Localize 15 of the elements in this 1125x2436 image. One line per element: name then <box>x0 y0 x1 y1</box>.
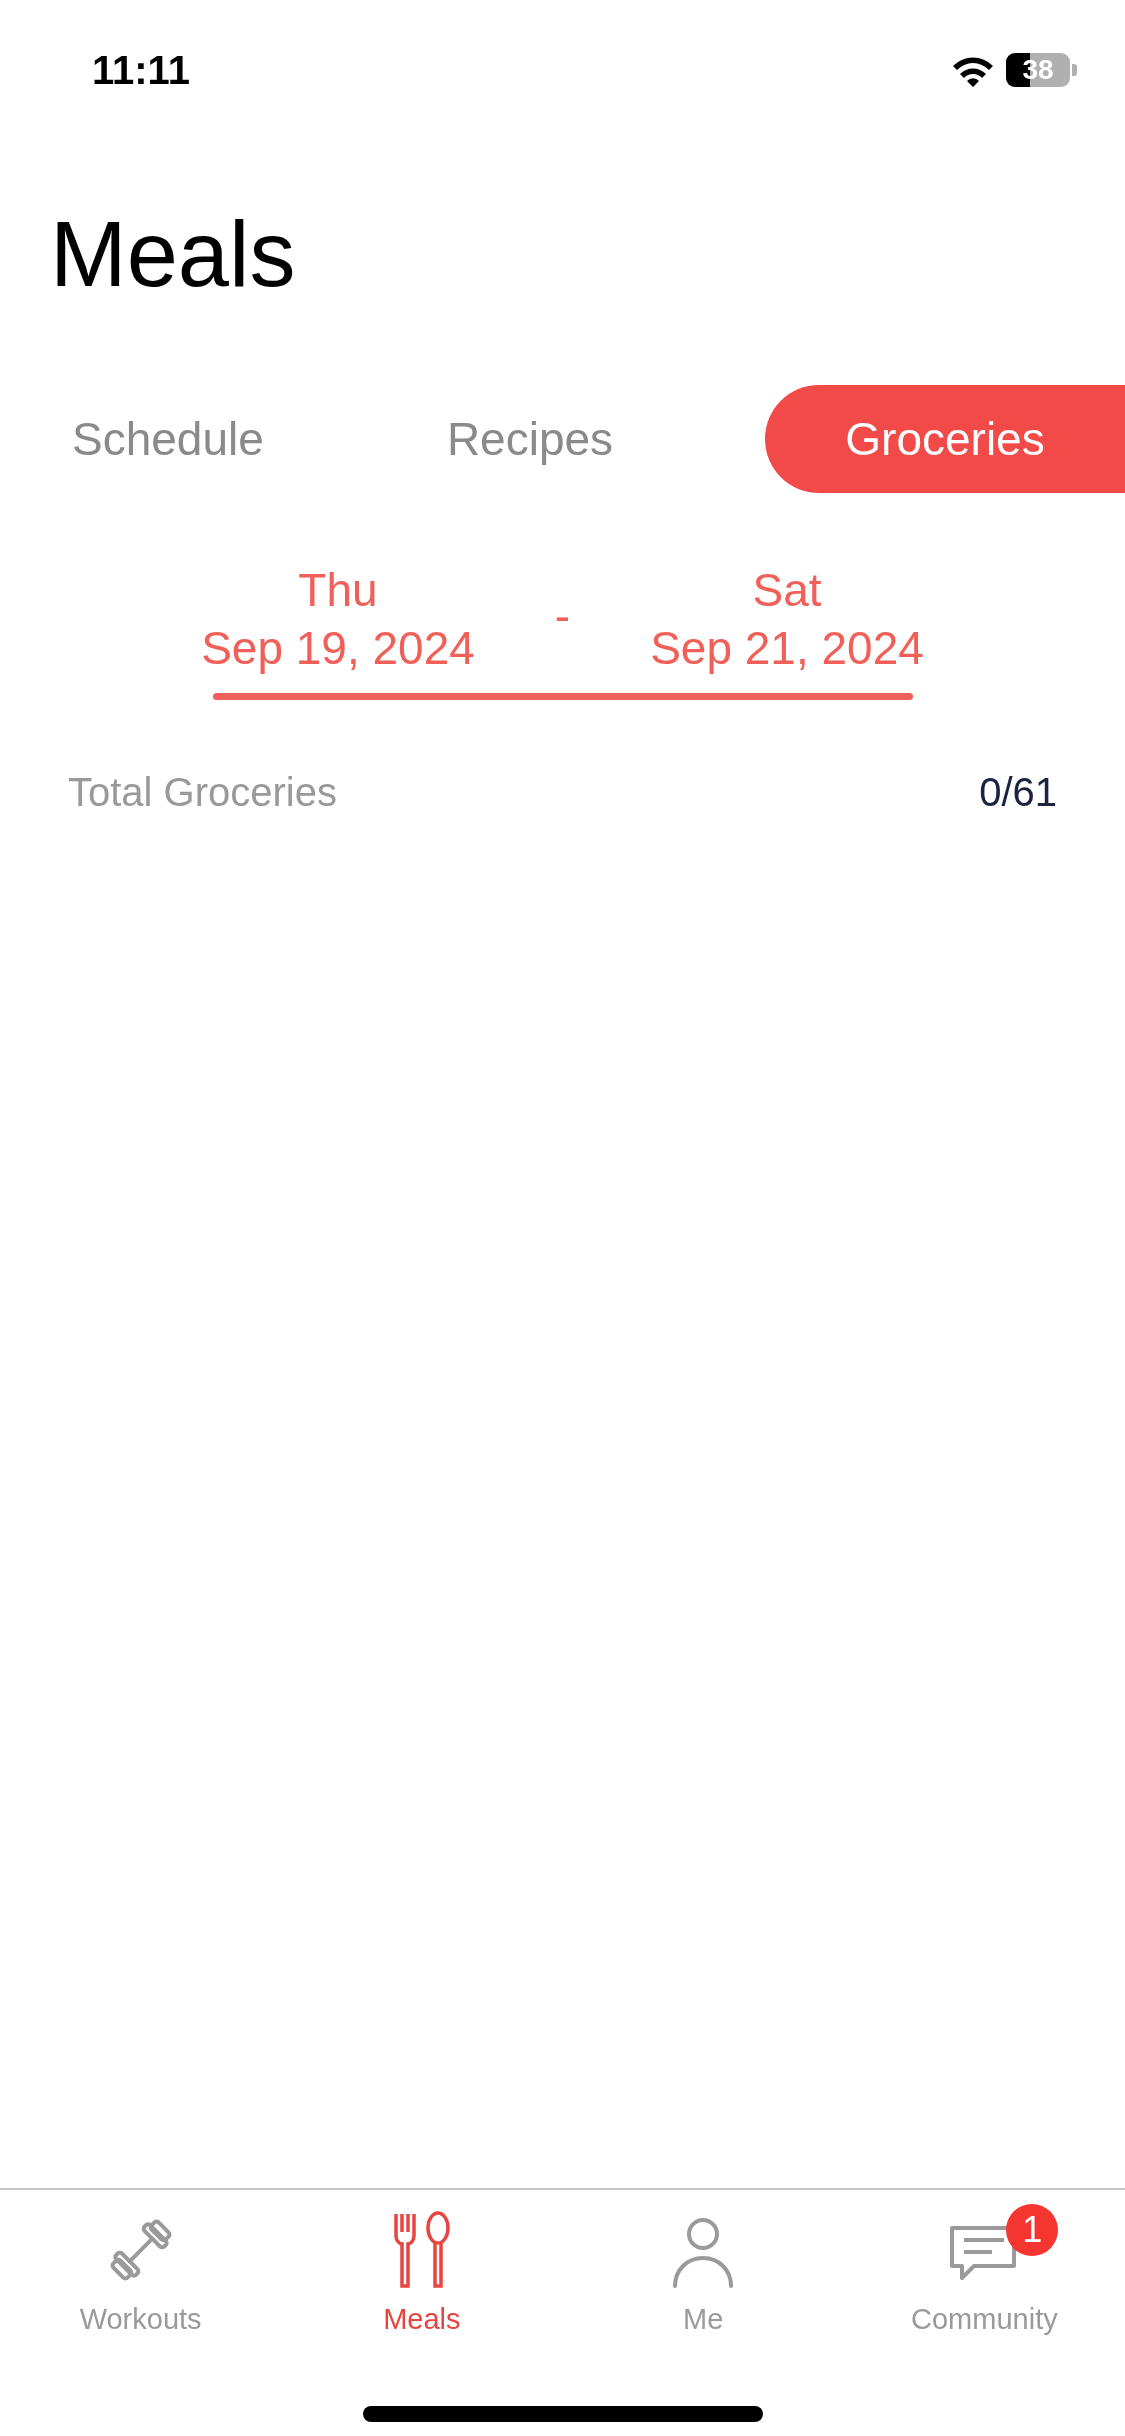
tab-bar-item[interactable]: Workouts <box>0 2190 282 2340</box>
status-time: 11:11 <box>92 47 190 93</box>
segment-tab[interactable]: Schedule <box>40 385 315 494</box>
segment-tab[interactable]: Groceries <box>765 385 1125 494</box>
tab-bar-item[interactable]: Me <box>562 2190 844 2340</box>
notification-badge: 1 <box>1006 2204 1059 2256</box>
tab-bar-item[interactable]: 1 Community <box>843 2190 1125 2340</box>
start-date-button[interactable]: Thu Sep 19, 2024 <box>201 563 475 676</box>
summary-label: Total Groceries <box>68 770 337 816</box>
segment-tab[interactable]: Recipes <box>315 385 745 494</box>
end-date-button[interactable]: Sat Sep 21, 2024 <box>650 563 924 676</box>
date-separator: - <box>554 589 571 644</box>
tab-bar-item[interactable]: Meals <box>281 2190 563 2340</box>
summary-count: 0/61 <box>979 770 1057 816</box>
page-title: Meals <box>50 204 297 306</box>
